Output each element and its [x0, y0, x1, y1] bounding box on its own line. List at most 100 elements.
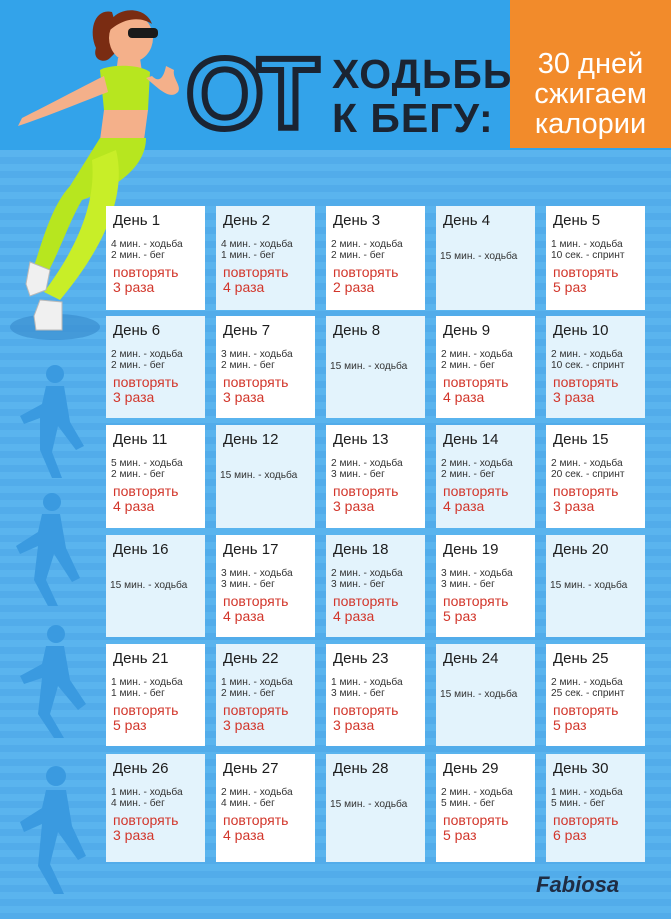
activity-line: 1 мин. - ходьба: [111, 787, 183, 798]
runner-silhouette-1: [20, 365, 84, 478]
activity-line: 1 мин. - ходьба: [331, 677, 403, 688]
activity-line: 3 мин. - бег: [331, 578, 385, 590]
day-label: День 3: [333, 212, 381, 229]
activity-line: 2 мин. - бег: [111, 468, 165, 480]
day-label: День 8: [333, 322, 381, 339]
day-label: День 12: [223, 431, 279, 448]
activity-line: 1 мин. - бег: [111, 687, 165, 699]
day-label: День 23: [333, 650, 389, 667]
repeat-times: 4 раза: [223, 608, 265, 624]
title-text: ХОДЬБЫ К БЕГУ:: [332, 52, 524, 140]
day-card: День 27 2 мин. - ходьба 4 мин. - бег повтор…: [216, 754, 315, 862]
day-label: День 25: [553, 650, 609, 667]
activity-line: 2 мин. - ходьба: [551, 458, 623, 469]
runner-silhouette-2: [16, 493, 80, 606]
activity-line: 2 мин. - бег: [111, 359, 165, 371]
activity-line: 2 мин. - ходьба: [551, 349, 623, 360]
day-card: День 19 3 мин. - ходьба 3 мин. - бег повтор…: [436, 535, 535, 637]
activity-line: 2 мин. - ходьба: [221, 787, 293, 798]
activity-line: 4 мин. - бег: [111, 797, 165, 809]
activity-line: 2 мин. - бег: [441, 359, 495, 371]
repeat-label: повторять: [223, 593, 289, 609]
day-label: День 1: [113, 212, 161, 229]
day-label: День 5: [553, 212, 601, 229]
activity-line: 1 мин. - ходьба: [111, 677, 183, 688]
day-single-activity: 15 мин. - ходьба: [440, 689, 518, 700]
repeat-times: 3 раза: [333, 717, 375, 733]
activity-line: 4 мин. - ходьба: [111, 239, 183, 250]
day-card: День 14 2 мин. - ходьба 2 мин. - бег повтор…: [436, 425, 535, 528]
activity-line: 3 мин. - бег: [331, 468, 385, 480]
day-single-activity: 15 мин. - ходьба: [550, 580, 628, 591]
activity-line: 2 мин. - ходьба: [331, 458, 403, 469]
activity-line: 1 мин. - ходьба: [551, 239, 623, 250]
day-card: День 22 1 мин. - ходьба 2 мин. - бег повтор…: [216, 644, 315, 746]
repeat-times: 5 раз: [113, 717, 147, 733]
repeat-times: 3 раза: [223, 389, 265, 405]
day-label: День 29: [443, 760, 499, 777]
repeat-times: 3 раза: [223, 717, 265, 733]
repeat-times: 3 раза: [113, 389, 155, 405]
day-card: День 16 15 мин. - ходьба: [106, 535, 205, 637]
repeat-label: повторять: [553, 264, 619, 280]
repeat-times: 4 раза: [333, 608, 375, 624]
day-single-activity: 15 мин. - ходьба: [330, 799, 408, 810]
day-card: День 26 1 мин. - ходьба 4 мин. - бег повтор…: [106, 754, 205, 862]
repeat-times: 6 раз: [553, 827, 587, 843]
title-line-2: К БЕГУ:: [332, 95, 494, 141]
activity-line: 2 мин. - ходьба: [441, 349, 513, 360]
day-label: День 14: [443, 431, 499, 448]
repeat-label: повторять: [113, 264, 179, 280]
badge-line-2: сжигаем: [534, 78, 647, 110]
day-label: День 20: [553, 541, 609, 558]
runner-silhouette-3: [20, 625, 86, 738]
activity-line: 3 мин. - ходьба: [221, 349, 293, 360]
repeat-label: повторять: [553, 702, 619, 718]
repeat-times: 4 раза: [223, 279, 265, 295]
day-label: День 13: [333, 431, 389, 448]
activity-line: 2 мин. - ходьба: [331, 568, 403, 579]
activity-line: 1 мин. - ходьба: [221, 677, 293, 688]
days-badge: 30 дней сжигаем калории: [510, 0, 671, 148]
repeat-label: повторять: [553, 483, 619, 499]
repeat-times: 4 раза: [443, 498, 485, 514]
activity-line: 3 мин. - ходьба: [441, 568, 513, 579]
repeat-times: 3 раза: [553, 389, 595, 405]
repeat-label: повторять: [553, 374, 619, 390]
activity-line: 2 мин. - ходьба: [441, 458, 513, 469]
fabiosa-logo: Fabiosa: [536, 872, 620, 897]
day-label: День 26: [113, 760, 169, 777]
day-card: День 10 2 мин. - ходьба 10 сек. - спринт по…: [546, 316, 645, 418]
repeat-times: 5 раз: [443, 827, 477, 843]
repeat-times: 4 раза: [223, 827, 265, 843]
day-card: День 13 2 мин. - ходьба 3 мин. - бег повтор…: [326, 425, 425, 528]
activity-line: 4 мин. - ходьба: [221, 239, 293, 250]
day-card: День 8 15 мин. - ходьба: [326, 316, 425, 418]
repeat-times: 3 раза: [113, 827, 155, 843]
day-single-activity: 15 мин. - ходьба: [110, 580, 188, 591]
day-card: День 15 2 мин. - ходьба 20 сек. - спринт по…: [546, 425, 645, 528]
activity-line: 2 мин. - бег: [331, 249, 385, 261]
repeat-label: повторять: [443, 483, 509, 499]
day-card: День 20 15 мин. - ходьба: [546, 535, 645, 637]
day-card: День 7 3 мин. - ходьба 2 мин. - бег повторя…: [216, 316, 315, 418]
day-single-activity: 15 мин. - ходьба: [440, 251, 518, 262]
day-card: День 4 15 мин. - ходьба: [436, 206, 535, 310]
badge-line-3: калории: [534, 108, 647, 140]
day-label: День 19: [443, 541, 499, 558]
day-label: День 15: [553, 431, 609, 448]
repeat-times: 3 раза: [113, 279, 155, 295]
day-card: День 9 2 мин. - ходьба 2 мин. - бег повторя…: [436, 316, 535, 418]
activity-line: 1 мин. - бег: [221, 249, 275, 261]
day-card: День 6 2 мин. - ходьба 2 мин. - бег повторя…: [106, 316, 205, 418]
day-card: День 25 2 мин. - ходьба 25 сек. - спринт по…: [546, 644, 645, 746]
repeat-label: повторять: [223, 374, 289, 390]
day-label: День 24: [443, 650, 499, 667]
title-line-1: ХОДЬБЫ: [332, 51, 524, 97]
activity-line: 5 мин. - бег: [441, 797, 495, 809]
repeat-label: повторять: [223, 702, 289, 718]
activity-line: 2 мин. - ходьба: [111, 349, 183, 360]
repeat-times: 3 раза: [553, 498, 595, 514]
activity-line: 25 сек. - спринт: [551, 687, 625, 699]
activity-line: 2 мин. - ходьба: [441, 787, 513, 798]
